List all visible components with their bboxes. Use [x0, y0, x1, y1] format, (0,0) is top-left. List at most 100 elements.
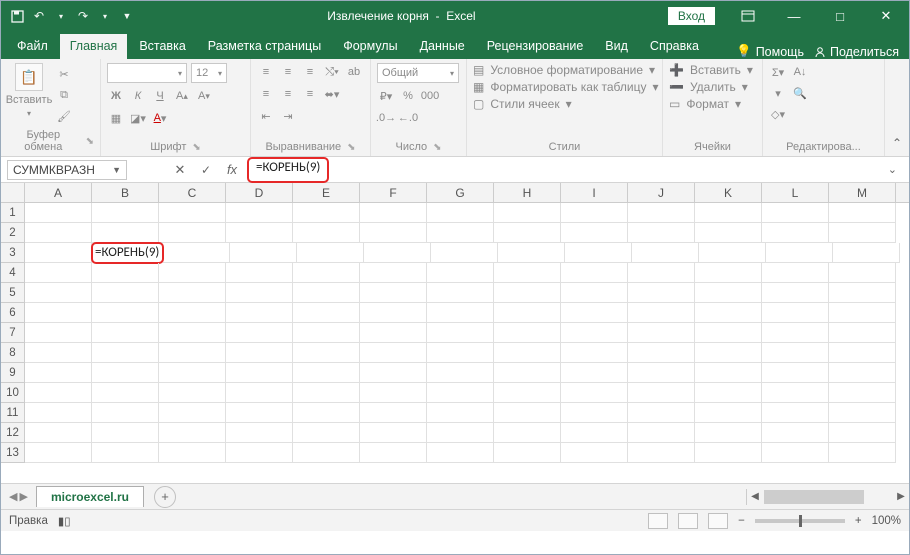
cell[interactable] — [833, 243, 900, 263]
cell[interactable] — [226, 423, 293, 443]
cell[interactable] — [226, 363, 293, 383]
cell[interactable] — [628, 323, 695, 343]
font-name-combo[interactable]: ▾ — [107, 63, 187, 83]
cell[interactable] — [226, 343, 293, 363]
decrease-indent-icon[interactable]: ⇤ — [257, 107, 275, 125]
align-center-icon[interactable]: ≡ — [279, 85, 297, 103]
cell[interactable] — [561, 203, 628, 223]
cell[interactable] — [293, 263, 360, 283]
cell[interactable] — [360, 203, 427, 223]
cell[interactable] — [360, 223, 427, 243]
cell[interactable] — [25, 403, 92, 423]
cell[interactable] — [226, 203, 293, 223]
cell[interactable] — [427, 303, 494, 323]
cell[interactable] — [762, 403, 829, 423]
tab-layout[interactable]: Разметка страницы — [198, 34, 331, 59]
cell[interactable] — [695, 423, 762, 443]
row-header[interactable]: 1 — [1, 203, 25, 223]
cell[interactable] — [25, 283, 92, 303]
cell[interactable] — [159, 423, 226, 443]
format-painter-icon[interactable]: 🖌 — [55, 107, 73, 125]
cell[interactable] — [561, 283, 628, 303]
cell[interactable] — [25, 383, 92, 403]
cell[interactable] — [159, 403, 226, 423]
close-icon[interactable]: ✕ — [863, 1, 909, 31]
cell[interactable] — [226, 263, 293, 283]
formula-bar-input[interactable]: =КОРЕНЬ(9) — [252, 160, 324, 180]
cell[interactable] — [159, 363, 226, 383]
cell[interactable] — [829, 363, 896, 383]
cell[interactable] — [494, 443, 561, 463]
cell[interactable] — [92, 263, 159, 283]
cell[interactable] — [360, 263, 427, 283]
cell[interactable] — [159, 323, 226, 343]
cell[interactable] — [360, 403, 427, 423]
column-header[interactable]: I — [561, 183, 628, 202]
align-right-icon[interactable]: ≡ — [301, 85, 319, 103]
cell[interactable] — [92, 363, 159, 383]
row-header[interactable]: 8 — [1, 343, 25, 363]
format-cells-button[interactable]: ▭Формат ▾ — [669, 97, 753, 111]
cell[interactable] — [762, 443, 829, 463]
sheet-nav-first-icon[interactable]: ◀ — [9, 490, 17, 503]
autosum-icon[interactable]: Σ▾ — [769, 63, 787, 81]
cell[interactable] — [25, 303, 92, 323]
cell[interactable] — [695, 323, 762, 343]
cell[interactable] — [628, 443, 695, 463]
cell[interactable] — [25, 243, 92, 263]
cell[interactable] — [360, 303, 427, 323]
cell[interactable] — [226, 223, 293, 243]
qat-dd-1[interactable]: ▾ — [53, 8, 69, 24]
currency-icon[interactable]: ₽▾ — [377, 87, 395, 105]
tab-file[interactable]: Файл — [7, 34, 58, 59]
cut-icon[interactable]: ✂ — [55, 65, 73, 83]
cell[interactable] — [561, 423, 628, 443]
tab-help[interactable]: Справка — [640, 34, 709, 59]
cell[interactable] — [159, 443, 226, 463]
align-bottom-icon[interactable]: ≡ — [301, 63, 319, 81]
minimize-icon[interactable]: — — [771, 1, 817, 31]
cell[interactable] — [762, 363, 829, 383]
column-header[interactable]: D — [226, 183, 293, 202]
cell[interactable] — [829, 223, 896, 243]
cell[interactable] — [293, 203, 360, 223]
cell[interactable] — [829, 343, 896, 363]
cell[interactable] — [226, 403, 293, 423]
scroll-left-icon[interactable]: ◀ — [747, 491, 763, 502]
cell[interactable] — [494, 423, 561, 443]
cell[interactable] — [699, 243, 766, 263]
save-icon[interactable] — [9, 8, 25, 24]
cell[interactable] — [762, 423, 829, 443]
bold-button[interactable]: Ж — [107, 87, 125, 105]
conditional-formatting-button[interactable]: ▤Условное форматирование ▾ — [473, 63, 659, 77]
cell[interactable] — [360, 383, 427, 403]
tab-insert[interactable]: Вставка — [129, 34, 195, 59]
cell[interactable] — [628, 303, 695, 323]
cell[interactable] — [427, 223, 494, 243]
cell[interactable] — [293, 303, 360, 323]
column-header[interactable]: J — [628, 183, 695, 202]
align-left-icon[interactable]: ≡ — [257, 85, 275, 103]
cell[interactable] — [226, 323, 293, 343]
row-header[interactable]: 3 — [1, 243, 25, 263]
cell[interactable] — [762, 323, 829, 343]
find-select-icon[interactable]: 🔍 — [791, 84, 809, 102]
cell[interactable] — [628, 223, 695, 243]
cell[interactable] — [494, 323, 561, 343]
cell[interactable] — [695, 283, 762, 303]
worksheet-grid[interactable]: ABCDEFGHIJKLM 123=КОРЕНЬ(9)4567891011121… — [1, 183, 909, 483]
cell[interactable] — [829, 263, 896, 283]
cell[interactable] — [695, 203, 762, 223]
cell[interactable] — [494, 303, 561, 323]
cell[interactable] — [364, 243, 431, 263]
cell[interactable] — [628, 203, 695, 223]
cell[interactable] — [829, 203, 896, 223]
column-header[interactable]: H — [494, 183, 561, 202]
cell[interactable] — [293, 443, 360, 463]
cell[interactable] — [297, 243, 364, 263]
cell[interactable] — [494, 263, 561, 283]
column-header[interactable]: E — [293, 183, 360, 202]
cell[interactable] — [293, 403, 360, 423]
cell[interactable] — [25, 223, 92, 243]
login-button[interactable]: Вход — [668, 7, 715, 25]
